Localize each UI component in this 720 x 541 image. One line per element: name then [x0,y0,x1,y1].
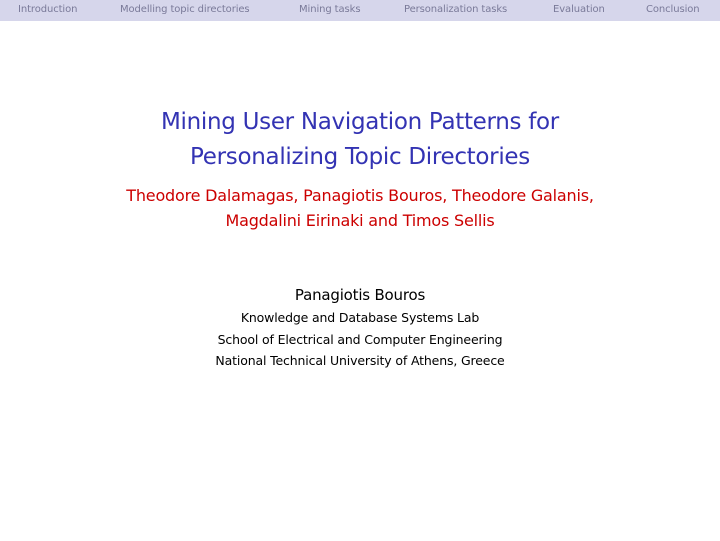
title-line-1: Mining User Navigation Patterns for [161,109,559,135]
affiliation-university: National Technical University of Athens,… [215,353,505,368]
affiliation-school: School of Electrical and Computer Engine… [217,332,503,347]
title-line-2: Personalizing Topic Directories [190,144,530,170]
nav-section-personalization-tasks[interactable]: Personalization tasks [404,4,507,16]
nav-section-modelling-topic-directories[interactable]: Modelling topic directories [120,4,250,16]
presenter-name: Panagiotis Bouros [294,286,426,304]
section-navigation-bar: Introduction Modelling topic directories… [0,0,720,21]
affiliation-lab: Knowledge and Database Systems Lab [240,310,480,325]
nav-section-introduction[interactable]: Introduction [18,4,77,16]
authors-line-2: Magdalini Eirinaki and Timos Sellis [225,211,495,230]
nav-section-evaluation[interactable]: Evaluation [553,4,605,16]
authors-line-1: Theodore Dalamagas, Panagiotis Bouros, T… [126,186,594,205]
nav-section-conclusion[interactable]: Conclusion [646,4,700,16]
nav-section-mining-tasks[interactable]: Mining tasks [299,4,361,16]
